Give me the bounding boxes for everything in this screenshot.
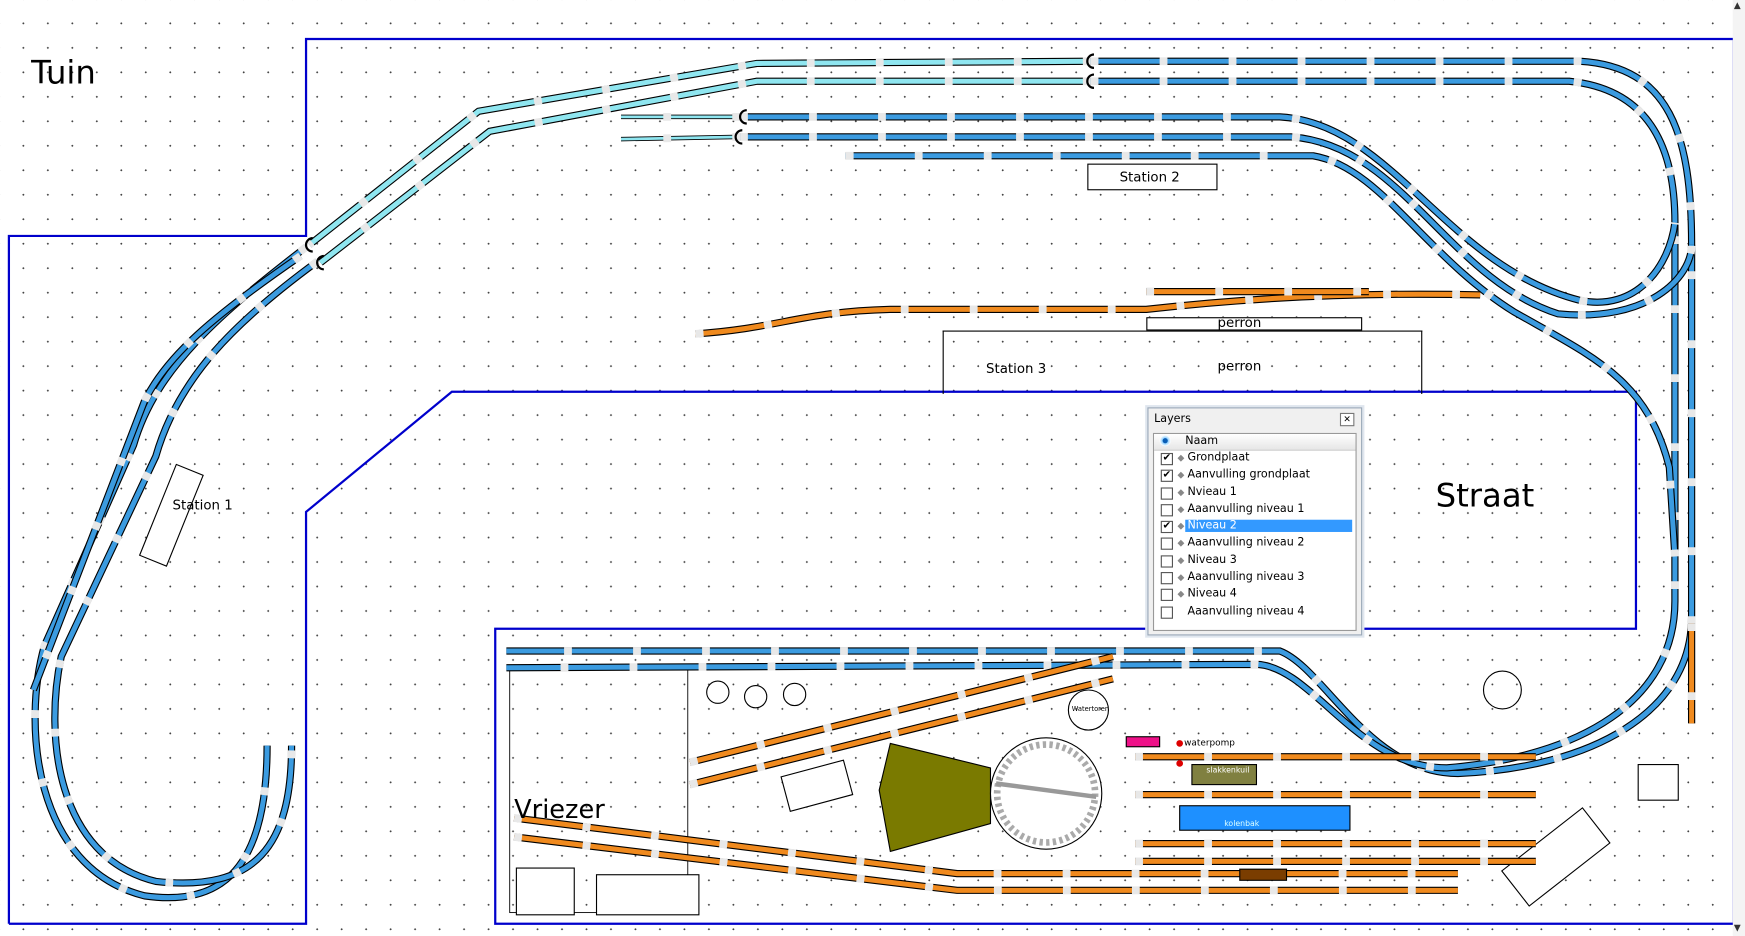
area-label-tuin: Tuin: [31, 53, 96, 92]
layer-name: Nvieau 1: [1187, 485, 1237, 499]
layer-row[interactable]: ◆ Aaanvulling niveau 1: [1154, 502, 1355, 519]
locloods[interactable]: [878, 742, 992, 853]
layer-row[interactable]: ◆ Nvieau 1: [1154, 485, 1355, 502]
track-blue[interactable]: [740, 114, 1678, 305]
layer-name: Grondplaat: [1187, 451, 1250, 465]
scroll-down-arrow-icon[interactable]: ▼: [1734, 923, 1741, 933]
station1-label: Station 1: [172, 497, 233, 514]
building[interactable]: [515, 867, 575, 916]
track-outline: [740, 113, 1679, 306]
column-header-naam[interactable]: Naam: [1185, 435, 1218, 447]
building[interactable]: [780, 759, 854, 812]
layer-row[interactable]: ◆ Niveau 3: [1154, 553, 1355, 570]
layer-dot-icon: ◆: [1177, 469, 1185, 480]
close-icon[interactable]: ✕: [1339, 412, 1355, 427]
layer-name: Aaanvulling niveau 1: [1187, 502, 1305, 516]
layer-dot-icon: ◆: [1177, 538, 1185, 549]
scroll-up-arrow-icon[interactable]: ▲: [1734, 0, 1741, 10]
perron-small-box[interactable]: perron: [1146, 314, 1363, 331]
eye-icon[interactable]: [1159, 435, 1171, 447]
layers-list: Naam ✔ ◆ Grondplaat ✔ ◆ Aanvulling grondplaat…: [1152, 432, 1357, 632]
layer-name: Aanvulling grondplaat: [1187, 468, 1311, 482]
layer-row[interactable]: ◆ Aaanvulling niveau 2: [1154, 536, 1355, 553]
layer-checkbox[interactable]: ✔: [1160, 452, 1173, 466]
tank-circle[interactable]: [782, 682, 807, 707]
layer-row[interactable]: ◆ Aaanvulling niveau 3: [1154, 570, 1355, 587]
waterpomp-icon: [1176, 740, 1184, 747]
building[interactable]: [1501, 807, 1611, 907]
layer-checkbox[interactable]: [1160, 606, 1173, 619]
tank-circle[interactable]: [1482, 670, 1522, 710]
layer-row[interactable]: ✔ ◆ Grondplaat: [1154, 451, 1355, 468]
zand-box[interactable]: [1125, 736, 1161, 748]
layer-dot-icon: ◆: [1177, 486, 1185, 498]
layer-name: Aaanvulling niveau 4: [1187, 605, 1305, 618]
station2-box[interactable]: Station 2: [1087, 163, 1218, 191]
area-label-straat: Straat: [1435, 476, 1535, 515]
layer-name: Aaanvulling niveau 3: [1187, 571, 1305, 584]
layer-checkbox[interactable]: [1160, 589, 1173, 602]
layer-checkbox[interactable]: [1160, 486, 1173, 500]
layer-checkbox[interactable]: ✔: [1160, 469, 1173, 483]
perron-small-label: perron: [1217, 314, 1262, 331]
layer-row[interactable]: ✔ ◆ Niveau 2: [1154, 519, 1355, 536]
layer-dot-icon: ◆: [1177, 589, 1185, 600]
vertical-scrollbar[interactable]: ▲ ▼: [1732, 0, 1745, 936]
layer-row[interactable]: ◆ Niveau 4: [1154, 587, 1355, 604]
station3-label: Station 3: [986, 360, 1047, 377]
layer-checkbox[interactable]: [1160, 538, 1173, 551]
tank-circle[interactable]: [706, 680, 730, 704]
layer-name: Niveau 2: [1185, 519, 1353, 533]
perron-large-label: perron: [1217, 358, 1262, 374]
waterpomp-label: waterpomp: [1184, 737, 1235, 748]
layer-name: Niveau 3: [1187, 553, 1237, 567]
track-joint: [740, 112, 1679, 306]
waterpomp-icon: [1176, 760, 1184, 767]
layer-name: Niveau 4: [1187, 588, 1237, 601]
station1-platform[interactable]: [138, 463, 204, 567]
slakkenkuil-label: slakkenkuil: [1206, 765, 1250, 775]
layer-dot-icon: ◆: [1177, 521, 1185, 532]
kolenbak-label: kolenbak: [1224, 819, 1260, 828]
area-label-vriezer: Vriezer: [514, 795, 605, 825]
layer-name: Aaanvulling niveau 2: [1187, 536, 1305, 550]
station3-box[interactable]: Station 3 perron: [942, 330, 1423, 394]
layer-checkbox[interactable]: ✔: [1160, 521, 1173, 534]
track-cyan[interactable]: [318, 78, 1091, 265]
layers-panel-title: Layers: [1154, 412, 1191, 426]
building[interactable]: [1637, 764, 1679, 801]
layer-dot-icon: ◆: [1177, 504, 1185, 515]
layer-checkbox[interactable]: [1160, 555, 1173, 568]
watertoren-label: Watertoren: [1071, 705, 1110, 714]
layer-dot-icon: ◆: [1177, 572, 1185, 583]
layer-dot-icon: ◆: [1177, 555, 1185, 566]
layer-checkbox[interactable]: [1160, 572, 1173, 585]
layer-dot-icon: ◆: [1177, 452, 1185, 463]
layout-canvas[interactable]: Tuin Straat Vriezer Station 1 Station 2 …: [0, 0, 1745, 936]
building[interactable]: [595, 874, 700, 916]
layer-row[interactable]: ✔ ◆ Aanvulling grondplaat: [1154, 468, 1355, 485]
track-plan[interactable]: [0, 0, 1745, 936]
track-orange[interactable]: [695, 291, 1481, 337]
layers-panel[interactable]: Layers ✕ Naam ✔ ◆ Grondplaat ✔ ◆ Aanvulling g…: [1147, 407, 1363, 636]
station2-label: Station 2: [1119, 169, 1180, 185]
layers-list-header: Naam: [1154, 434, 1356, 451]
kolenbak-box[interactable]: [1179, 805, 1351, 831]
kolenkraan-box[interactable]: [1239, 868, 1288, 881]
layer-checkbox[interactable]: [1160, 504, 1173, 517]
layer-row[interactable]: Aaanvulling niveau 4: [1154, 604, 1355, 621]
tank-circle[interactable]: [743, 684, 768, 709]
